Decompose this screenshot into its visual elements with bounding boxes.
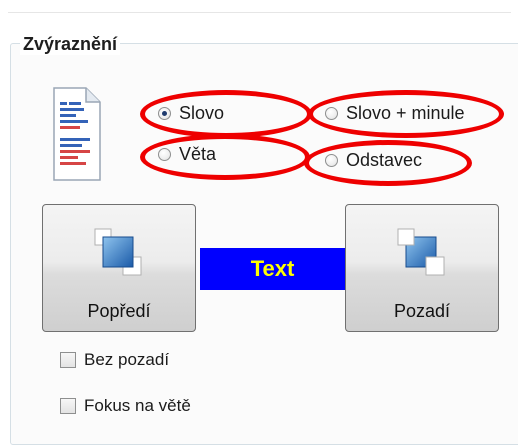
- background-button-label: Pozadí: [393, 301, 451, 321]
- radio-odstavec[interactable]: Odstavec: [325, 150, 422, 171]
- radio-button[interactable]: [325, 107, 338, 120]
- radio-label: Odstavec: [346, 150, 423, 170]
- background-color-icon: [397, 228, 445, 276]
- radio-label: Slovo: [179, 103, 225, 123]
- checkbox-box[interactable]: [60, 398, 76, 414]
- checkbox-box[interactable]: [60, 352, 76, 368]
- checkbox-label: Bez pozadí: [84, 350, 170, 369]
- foreground-color-icon: [94, 228, 142, 276]
- top-divider: [8, 12, 511, 13]
- radio-button[interactable]: [158, 148, 171, 161]
- background-color-button[interactable]: Pozadí: [345, 204, 499, 332]
- checkbox-focus-sentence[interactable]: Fokus na větě: [60, 396, 191, 416]
- radio-slovo-minule[interactable]: Slovo + minule: [325, 103, 465, 124]
- radio-button[interactable]: [325, 154, 338, 167]
- radio-button[interactable]: [158, 107, 171, 120]
- radio-veta[interactable]: Věta: [158, 144, 216, 165]
- radio-label: Věta: [179, 144, 217, 164]
- checkbox-no-background[interactable]: Bez pozadí: [60, 350, 169, 370]
- group-title: Zvýraznění: [20, 33, 121, 55]
- foreground-color-button[interactable]: Popředí: [42, 204, 196, 332]
- checkbox-label: Fokus na větě: [84, 396, 191, 415]
- radio-slovo[interactable]: Slovo: [158, 103, 224, 124]
- foreground-button-label: Popředí: [87, 301, 151, 321]
- document-icon: [53, 87, 101, 181]
- radio-label: Slovo + minule: [346, 103, 465, 123]
- color-sample-text: Text: [200, 248, 345, 290]
